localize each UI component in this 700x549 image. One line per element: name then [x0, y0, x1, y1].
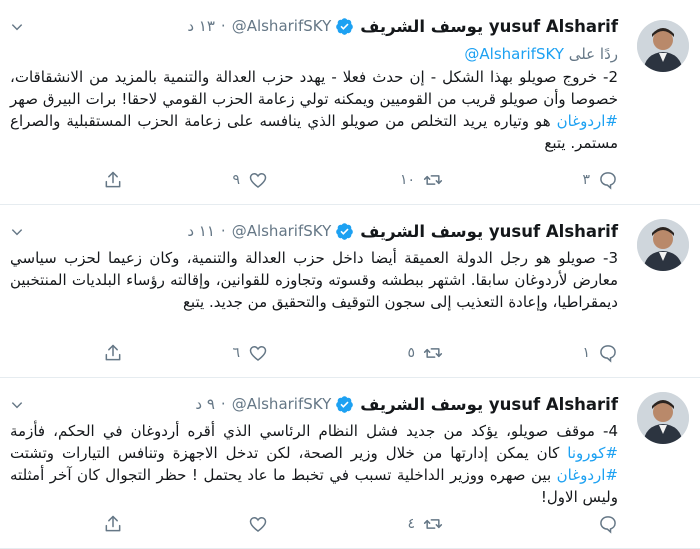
reply-button[interactable] — [590, 514, 618, 534]
retweet-icon — [423, 519, 443, 529]
display-name[interactable]: yusuf Alsharif يوسف الشريف — [360, 395, 618, 414]
user-handle[interactable]: @AlsharifSKY — [232, 222, 332, 240]
tweet-content: yusuf Alsharif يوسف الشريف @AlsharifSKY … — [10, 14, 618, 154]
hashtag-link[interactable]: #اردوغان — [557, 466, 618, 484]
tweet-timestamp[interactable]: ١٣ د — [187, 17, 215, 35]
tweet-text: 2- خروج صويلو بهذا الشكل - إن حدث فعلا -… — [10, 66, 618, 154]
tweet[interactable]: yusuf Alsharif يوسف الشريف @AlsharifSKY … — [0, 205, 700, 378]
tweet-content: yusuf Alsharif يوسف الشريف @AlsharifSKY … — [10, 392, 618, 508]
reply-context: ردًا على @AlsharifSKY — [10, 44, 618, 64]
heart-icon — [249, 172, 267, 189]
user-handle[interactable]: @AlsharifSKY — [232, 395, 332, 413]
reply-mention-link[interactable]: @AlsharifSKY — [464, 45, 564, 63]
hashtag-link[interactable]: #اردوغان — [557, 112, 618, 130]
tweet-text-segment: كان يمكن إدارتها من خلال وزير الصحة، لكن… — [10, 444, 568, 462]
tweet-text-segment: 4- موقف صويلو، يؤكد من جديد فشل النظام ا… — [10, 422, 618, 440]
verified-badge-icon — [336, 395, 354, 413]
avatar[interactable] — [637, 392, 689, 444]
retweet-count: ٤ — [407, 516, 415, 532]
share-button[interactable] — [103, 343, 123, 363]
retweet-button[interactable]: ١٠ — [400, 170, 443, 190]
chevron-down-icon[interactable] — [10, 20, 24, 34]
like-count: ٩ — [232, 172, 240, 188]
retweet-button[interactable]: ٥ — [407, 343, 443, 363]
reply-icon — [600, 345, 616, 363]
avatar[interactable] — [637, 20, 689, 72]
like-button[interactable] — [240, 514, 268, 534]
heart-icon — [249, 345, 267, 362]
tweet-timestamp[interactable]: ١١ د — [187, 222, 215, 240]
like-button[interactable]: ٩ — [232, 170, 268, 190]
display-name[interactable]: yusuf Alsharif يوسف الشريف — [360, 17, 618, 36]
separator-dot: · — [220, 395, 226, 413]
display-name[interactable]: yusuf Alsharif يوسف الشريف — [360, 222, 618, 241]
share-button[interactable] — [103, 170, 123, 190]
continuation-note: يتبع — [182, 293, 205, 311]
tweet-text-segment: بين صهره ووزير الداخلية تسبب في تخبط ما … — [10, 466, 618, 506]
tweet-header: yusuf Alsharif يوسف الشريف @AlsharifSKY … — [10, 219, 618, 243]
tweet-text: 3- صويلو هو رجل الدولة العميقة أيضا داخل… — [10, 247, 618, 313]
share-button[interactable] — [103, 514, 123, 534]
share-icon — [105, 171, 121, 188]
verified-badge-icon — [336, 222, 354, 240]
tweet-text-segment: هو وتياره يريد التخلص من صويلو الذي يناف… — [10, 112, 618, 152]
retweet-count: ٥ — [407, 345, 415, 361]
tweet-actions: ٤ — [105, 514, 618, 538]
user-handle[interactable]: @AlsharifSKY — [232, 17, 332, 35]
tweet[interactable]: yusuf Alsharif يوسف الشريف @AlsharifSKY … — [0, 378, 700, 549]
retweet-button[interactable]: ٤ — [407, 514, 443, 534]
tweet-header: yusuf Alsharif يوسف الشريف @AlsharifSKY … — [10, 14, 618, 38]
like-button[interactable]: ٦ — [232, 343, 268, 363]
tweet-content: yusuf Alsharif يوسف الشريف @AlsharifSKY … — [10, 219, 618, 313]
avatar[interactable] — [637, 219, 689, 271]
hashtag-link[interactable]: #كورونا — [567, 444, 618, 462]
tweet-feed: yusuf Alsharif يوسف الشريف @AlsharifSKY … — [0, 0, 700, 549]
tweet-timestamp[interactable]: ٩ د — [195, 395, 215, 413]
chevron-down-icon[interactable] — [10, 398, 24, 412]
reply-button[interactable]: ٣ — [582, 170, 618, 190]
retweet-count: ١٠ — [399, 172, 415, 188]
separator-dot: · — [220, 17, 226, 35]
chevron-down-icon[interactable] — [10, 225, 24, 239]
tweet-actions: ١ ٥ ٦ — [105, 343, 618, 367]
tweet-text: 4- موقف صويلو، يؤكد من جديد فشل النظام ا… — [10, 420, 618, 508]
reply-icon — [600, 516, 616, 534]
reply-prefix: ردًا على — [568, 45, 618, 63]
separator-dot: · — [220, 222, 226, 240]
tweet-actions: ٣ ١٠ ٩ — [105, 170, 618, 194]
tweet[interactable]: yusuf Alsharif يوسف الشريف @AlsharifSKY … — [0, 0, 700, 205]
heart-icon — [249, 516, 267, 533]
tweet-header: yusuf Alsharif يوسف الشريف @AlsharifSKY … — [10, 392, 618, 416]
reply-button[interactable]: ١ — [582, 343, 618, 363]
like-count: ٦ — [232, 345, 240, 361]
tweet-text-segment: 3- صويلو هو رجل الدولة العميقة أيضا داخل… — [10, 249, 618, 311]
reply-count: ١ — [582, 345, 590, 361]
reply-icon — [600, 172, 616, 190]
share-icon — [105, 515, 121, 532]
retweet-icon — [423, 175, 443, 185]
share-icon — [105, 344, 121, 361]
retweet-icon — [423, 348, 443, 358]
tweet-text-segment: 2- خروج صويلو بهذا الشكل - إن حدث فعلا -… — [10, 68, 618, 108]
verified-badge-icon — [336, 17, 354, 35]
continuation-note: يتبع — [544, 134, 566, 152]
reply-count: ٣ — [582, 172, 590, 188]
